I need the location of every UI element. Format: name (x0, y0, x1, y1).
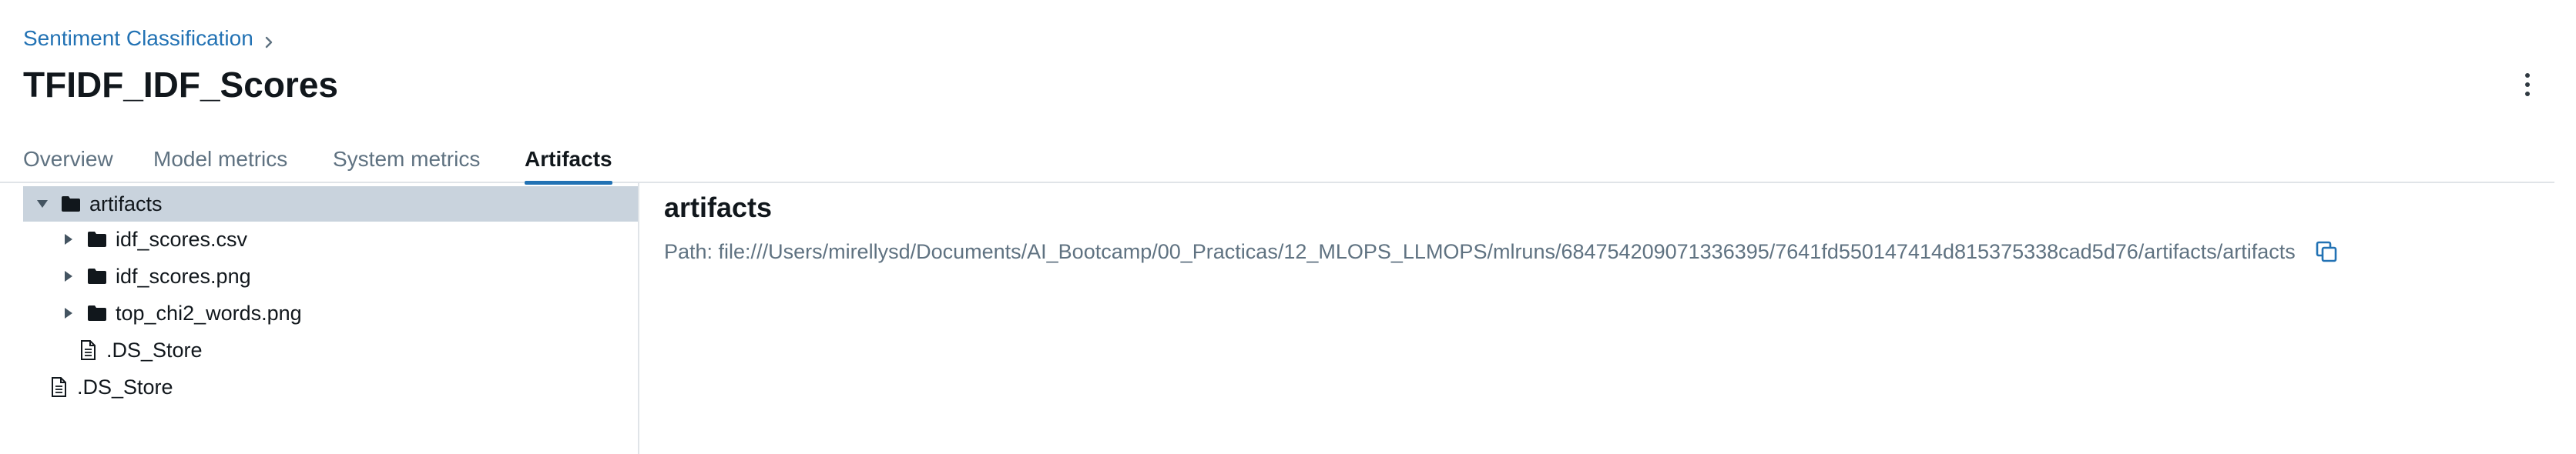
tree-node-idf-scores-png[interactable]: idf_scores.png (60, 259, 251, 294)
breadcrumb: Sentiment Classification (23, 23, 275, 54)
folder-icon (86, 267, 108, 285)
artifact-path-text: Path: file:///Users/mirellysd/Documents/… (664, 240, 2296, 263)
file-icon (48, 377, 69, 397)
copy-icon[interactable] (2314, 239, 2339, 264)
artifact-path: Path: file:///Users/mirellysd/Documents/… (664, 237, 2339, 266)
chevron-right-icon (264, 29, 275, 48)
caret-right-icon[interactable] (60, 270, 77, 282)
tree-node-label: idf_scores.png (116, 264, 251, 288)
tab-system-metrics[interactable]: System metrics (333, 137, 480, 183)
tab-bar: Overview Model metrics System metrics Ar… (0, 137, 2554, 185)
tab-model-metrics[interactable]: Model metrics (153, 137, 287, 183)
caret-right-icon[interactable] (60, 307, 77, 319)
tree-node-ds-store-nested[interactable]: .DS_Store (77, 332, 203, 368)
tree-node-ds-store[interactable]: .DS_Store (48, 369, 173, 405)
tree-node-label: .DS_Store (106, 338, 203, 362)
caret-right-icon[interactable] (60, 233, 77, 245)
caret-down-icon[interactable] (34, 199, 51, 209)
tree-node-label: idf_scores.csv (116, 227, 248, 251)
tree-node-artifacts[interactable]: artifacts (23, 186, 638, 222)
file-icon (77, 340, 99, 360)
folder-icon (86, 304, 108, 322)
tree-node-idf-scores-csv[interactable]: idf_scores.csv (60, 222, 247, 257)
tree-node-label: top_chi2_words.png (116, 301, 302, 325)
tab-overview[interactable]: Overview (23, 137, 113, 183)
folder-icon (60, 195, 82, 213)
artifact-tree: artifacts idf_scores.csv idf_scores.png (0, 183, 639, 454)
tab-artifacts[interactable]: Artifacts (525, 137, 612, 185)
page-title: TFIDF_IDF_Scores (23, 65, 338, 105)
folder-icon (86, 230, 108, 249)
breadcrumb-experiment-link[interactable]: Sentiment Classification (23, 23, 253, 54)
tree-node-label: .DS_Store (77, 375, 173, 399)
tree-node-label: artifacts (89, 192, 163, 215)
run-page: Sentiment Classification TFIDF_IDF_Score… (0, 0, 2576, 454)
more-options-icon[interactable] (2514, 69, 2541, 100)
artifact-details-title: artifacts (664, 192, 773, 223)
tree-node-top-chi2-words-png[interactable]: top_chi2_words.png (60, 295, 302, 331)
